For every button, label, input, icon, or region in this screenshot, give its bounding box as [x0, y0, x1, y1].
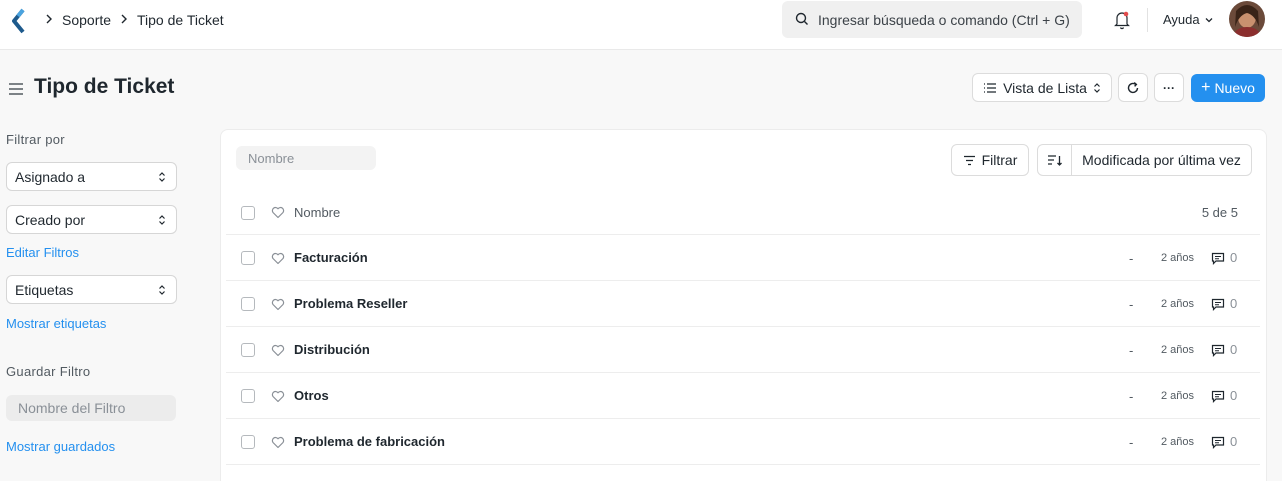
table-row[interactable]: Facturación - 2 años 0: [226, 235, 1260, 281]
row-dash: -: [1129, 343, 1134, 358]
view-switcher-label: Vista de Lista: [1003, 79, 1087, 96]
table-row[interactable]: Problema Reseller - 2 años 0: [226, 281, 1260, 327]
row-checkbox[interactable]: [241, 435, 255, 449]
row-title[interactable]: Problema de fabricación: [294, 434, 445, 449]
filter-button-label: Filtrar: [981, 152, 1018, 168]
new-button[interactable]: + Nuevo: [1191, 74, 1265, 102]
filter-button[interactable]: Filtrar: [951, 144, 1029, 176]
filter-name-input[interactable]: [6, 395, 176, 421]
user-avatar[interactable]: [1229, 1, 1265, 37]
plus-icon: +: [1201, 79, 1211, 96]
heart-icon[interactable]: [271, 206, 285, 219]
table-row[interactable]: Problema de fabricación - 2 años 0: [226, 419, 1260, 465]
chevron-down-icon: [1205, 17, 1213, 22]
search-bar[interactable]: [782, 1, 1082, 38]
search-input[interactable]: [818, 10, 1074, 30]
new-button-label: Nuevo: [1214, 80, 1255, 96]
show-saved-link[interactable]: Mostrar guardados: [6, 439, 115, 454]
sort-field-button[interactable]: Modificada por última vez: [1072, 145, 1251, 175]
page-title: Tipo de Ticket: [34, 75, 175, 98]
row-checkbox[interactable]: [241, 343, 255, 357]
row-modified: 2 años: [1161, 390, 1195, 402]
save-filter-heading: Guardar Filtro: [6, 364, 91, 379]
list-header: Nombre 5 de 5: [226, 191, 1260, 235]
row-dash: -: [1129, 435, 1134, 450]
more-actions-button[interactable]: ···: [1154, 73, 1184, 102]
comment-icon: [1211, 344, 1225, 357]
filter-by-heading: Filtrar por: [6, 132, 65, 147]
navbar-divider: [1147, 8, 1148, 32]
record-count: 5 de 5: [1201, 205, 1238, 220]
heart-icon[interactable]: [271, 436, 285, 449]
comment-icon: [1211, 390, 1225, 403]
help-dropdown[interactable]: Ayuda: [1163, 12, 1214, 27]
sidebar-toggle-icon[interactable]: [8, 82, 24, 96]
row-title[interactable]: Distribución: [294, 342, 370, 357]
assigned-to-select[interactable]: Asignado a: [6, 162, 177, 191]
assigned-to-label: Asignado a: [15, 168, 86, 185]
comment-icon: [1211, 252, 1225, 265]
row-modified: 2 años: [1161, 436, 1195, 448]
row-checkbox[interactable]: [241, 389, 255, 403]
select-arrows-icon: [1093, 82, 1100, 93]
comment-count: 0: [1230, 434, 1238, 449]
row-title[interactable]: Problema Reseller: [294, 296, 407, 311]
row-title[interactable]: Facturación: [294, 250, 368, 265]
comment-icon: [1211, 436, 1225, 449]
heart-icon[interactable]: [271, 298, 285, 311]
chevron-right-icon: [46, 14, 52, 24]
table-row[interactable]: Otros - 2 años 0: [226, 373, 1260, 419]
comment-icon: [1211, 298, 1225, 311]
row-dash: -: [1129, 389, 1134, 404]
comment-count: 0: [1230, 342, 1238, 357]
name-filter-input[interactable]: [236, 146, 376, 170]
select-arrows-icon: [159, 172, 165, 182]
navbar: Soporte Tipo de Ticket Ayuda: [0, 0, 1282, 50]
row-dash: -: [1129, 297, 1134, 312]
breadcrumb-soporte[interactable]: Soporte: [62, 12, 111, 28]
select-arrows-icon: [159, 285, 165, 295]
row-title[interactable]: Otros: [294, 388, 329, 403]
search-icon: [795, 12, 808, 25]
filter-icon: [963, 155, 975, 165]
column-header-name: Nombre: [294, 205, 341, 220]
sort-selector: Modificada por última vez: [1037, 144, 1252, 176]
sort-direction-button[interactable]: [1038, 145, 1072, 175]
row-modified: 2 años: [1161, 344, 1195, 356]
chevron-right-icon: [121, 14, 127, 24]
select-arrows-icon: [159, 215, 165, 225]
select-all-checkbox[interactable]: [241, 206, 255, 220]
created-by-label: Creado por: [15, 211, 86, 228]
heart-icon[interactable]: [271, 344, 285, 357]
sort-descending-icon: [1047, 154, 1062, 166]
edit-filters-link[interactable]: Editar Filtros: [6, 245, 79, 260]
list-icon: [984, 82, 997, 93]
app-logo-icon[interactable]: [10, 8, 28, 34]
notification-bell-icon[interactable]: [1113, 10, 1131, 30]
row-modified: 2 años: [1161, 298, 1195, 310]
created-by-select[interactable]: Creado por: [6, 205, 177, 234]
row-dash: -: [1129, 251, 1134, 266]
row-checkbox[interactable]: [241, 297, 255, 311]
row-checkbox[interactable]: [241, 251, 255, 265]
tags-select[interactable]: Etiquetas: [6, 275, 177, 304]
view-switcher-button[interactable]: Vista de Lista: [972, 73, 1112, 102]
comment-count: 0: [1230, 388, 1238, 403]
comment-count: 0: [1230, 296, 1238, 311]
comment-count: 0: [1230, 250, 1238, 265]
tags-label: Etiquetas: [15, 281, 74, 298]
refresh-icon: [1127, 81, 1139, 93]
table-row[interactable]: Distribución - 2 años 0: [226, 327, 1260, 373]
row-modified: 2 años: [1161, 252, 1195, 264]
refresh-button[interactable]: [1118, 73, 1148, 102]
help-label: Ayuda: [1163, 12, 1200, 27]
heart-icon[interactable]: [271, 252, 285, 265]
show-tags-link[interactable]: Mostrar etiquetas: [6, 316, 106, 331]
breadcrumb-tipo-de-ticket[interactable]: Tipo de Ticket: [137, 12, 224, 28]
more-label: ···: [1163, 80, 1175, 95]
heart-icon[interactable]: [271, 390, 285, 403]
